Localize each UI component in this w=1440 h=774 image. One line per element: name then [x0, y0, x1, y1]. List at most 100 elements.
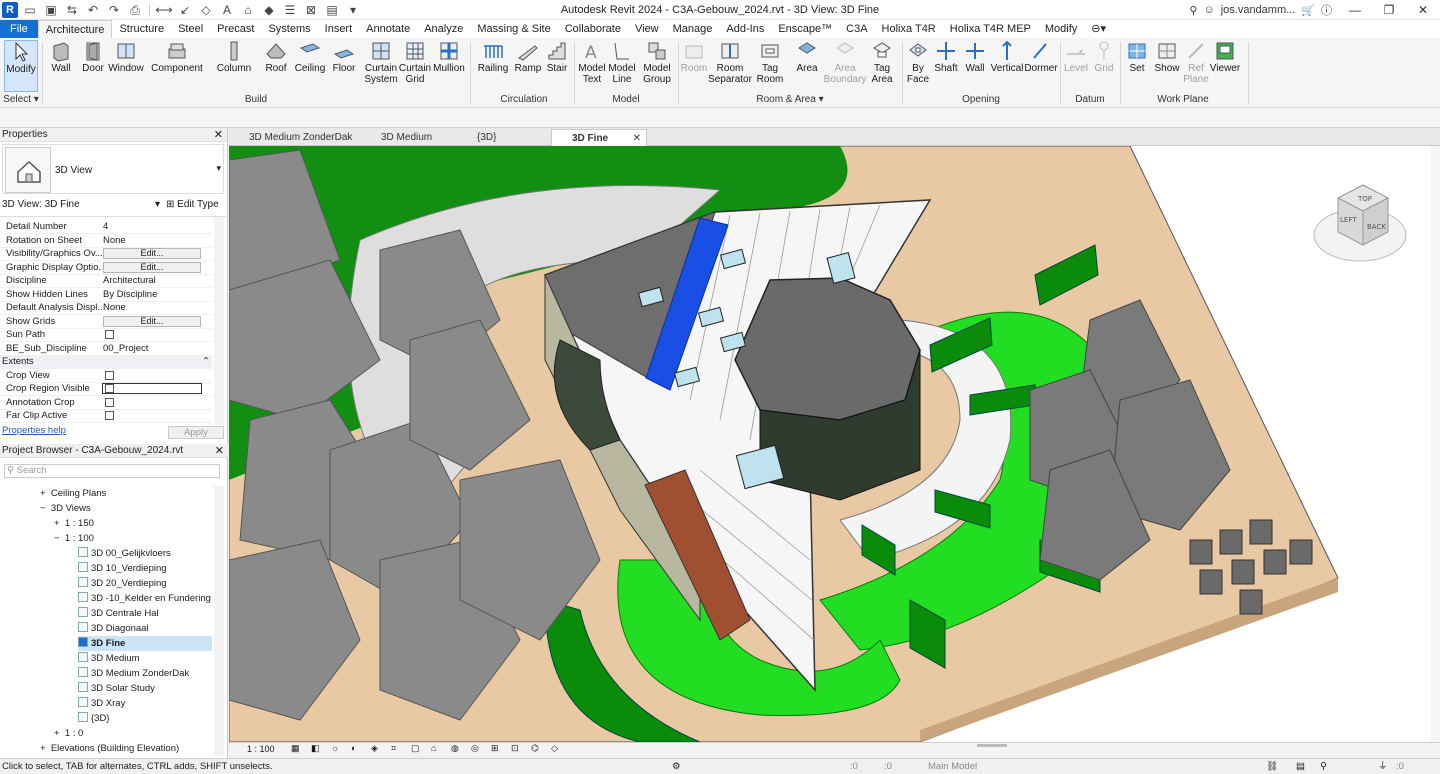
select-links-icon[interactable]: ⛓: [1266, 759, 1278, 774]
view-tab[interactable]: 3D Medium ZonderDak: [229, 129, 357, 146]
modify-button[interactable]: Modify: [4, 40, 38, 92]
tab-holixa-mep[interactable]: Holixa T4R MEP: [943, 20, 1038, 38]
room-area-group-label[interactable]: Room & Area ▾: [680, 94, 900, 105]
tag-room-button[interactable]: Tag Room: [756, 40, 784, 92]
revit-logo[interactable]: R: [2, 2, 18, 18]
viewer-button[interactable]: Viewer: [1208, 40, 1242, 92]
door-button[interactable]: Door: [80, 40, 106, 92]
user-icon[interactable]: ☺: [1203, 4, 1214, 16]
tab-analyze[interactable]: Analyze: [417, 20, 470, 38]
viewport-scrollbar[interactable]: [1431, 146, 1440, 742]
edit-button[interactable]: Edit...: [103, 248, 201, 259]
tree-node-scale-0[interactable]: + 1 : 0: [54, 726, 83, 741]
tree-view-item[interactable]: 3D Medium ZonderDak: [78, 666, 189, 681]
instance-filter[interactable]: 3D View: 3D Fine ▾: [2, 198, 162, 212]
ref-plane-button[interactable]: Ref Plane: [1182, 40, 1210, 92]
active-model[interactable]: Main Model: [928, 759, 977, 774]
model-text-button[interactable]: A Model Text: [578, 40, 606, 92]
view-tab[interactable]: 3D Medium: [361, 129, 453, 146]
sun-path-icon[interactable]: ☼: [331, 743, 339, 753]
ceiling-button[interactable]: Ceiling: [294, 40, 326, 92]
mullion-button[interactable]: Mullion: [432, 40, 466, 92]
search-icon[interactable]: ⚲: [1189, 4, 1197, 17]
tab-architecture[interactable]: Architecture: [37, 20, 113, 38]
thin-lines-icon[interactable]: ☰: [281, 1, 299, 19]
close-icon[interactable]: ✕: [633, 130, 641, 147]
minimize-icon[interactable]: —: [1338, 0, 1372, 20]
wall-opening-button[interactable]: Wall: [962, 40, 988, 92]
render-icon[interactable]: ◈: [371, 743, 378, 754]
tree-view-item[interactable]: 3D -10_Kelder en Fundering: [78, 591, 211, 606]
show-workplane-button[interactable]: Show: [1152, 40, 1182, 92]
set-workplane-button[interactable]: Set: [1124, 40, 1150, 92]
close-icon[interactable]: ✕: [1406, 0, 1440, 20]
extents-group-header[interactable]: Extents ⌃: [0, 355, 212, 369]
sync-icon[interactable]: ⇆: [63, 1, 81, 19]
close-icon[interactable]: ✕: [214, 128, 223, 142]
area-button[interactable]: Area: [794, 40, 820, 92]
tab-insert[interactable]: Insert: [318, 20, 360, 38]
ramp-button[interactable]: Ramp: [514, 40, 542, 92]
edit-button[interactable]: Edit...: [103, 316, 201, 327]
component-button[interactable]: Component: [150, 40, 204, 92]
tree-view-item[interactable]: 3D 10_Verdieping: [78, 561, 167, 576]
column-button[interactable]: Column: [216, 40, 252, 92]
tab-addins[interactable]: Add-Ins: [719, 20, 771, 38]
properties-scrollbar[interactable]: [214, 217, 224, 425]
tab-c3a[interactable]: C3A: [839, 20, 874, 38]
far-clip-checkbox[interactable]: [105, 411, 114, 420]
tree-node-scale-150[interactable]: + 1 : 150: [54, 516, 94, 531]
edit-button[interactable]: Edit...: [103, 262, 201, 273]
tree-view-item[interactable]: 3D Centrale Hal: [78, 606, 159, 621]
qat-dropdown-icon[interactable]: ▾: [344, 1, 362, 19]
by-face-button[interactable]: By Face: [906, 40, 930, 92]
tab-steel[interactable]: Steel: [171, 20, 210, 38]
tree-view-item[interactable]: 3D Diagonaal: [78, 621, 149, 636]
room-button[interactable]: Room: [681, 40, 707, 92]
tree-node-elevations[interactable]: + Elevations (Building Elevation): [40, 741, 179, 756]
help-icon[interactable]: ⓘ: [1321, 2, 1332, 18]
tab-file[interactable]: File: [0, 20, 38, 38]
tab-view[interactable]: View: [628, 20, 666, 38]
hide-analytical-icon[interactable]: ◇: [551, 743, 558, 754]
select-group-label[interactable]: Select ▾: [2, 94, 40, 105]
open-icon[interactable]: ▭: [21, 1, 39, 19]
tab-modify[interactable]: Modify: [1038, 20, 1084, 38]
properties-help-link[interactable]: Properties help: [2, 425, 66, 436]
apply-button[interactable]: Apply: [168, 426, 224, 439]
tree-view-item[interactable]: 3D Medium: [78, 651, 140, 666]
tab-enscape[interactable]: Enscape™: [771, 20, 839, 38]
curtain-system-button[interactable]: Curtain System: [362, 40, 400, 92]
chevron-down-icon[interactable]: ▾: [216, 163, 221, 174]
tree-view-item-selected[interactable]: 3D Fine: [78, 636, 212, 651]
save-icon[interactable]: ▣: [42, 1, 60, 19]
measure-icon[interactable]: ⟷: [155, 1, 173, 19]
user-name[interactable]: jos.vandamm...: [1221, 4, 1296, 16]
reveal-hidden-icon[interactable]: ◎: [471, 743, 479, 754]
close-views-icon[interactable]: ⊠: [302, 1, 320, 19]
tree-view-item[interactable]: 3D Xray: [78, 696, 125, 711]
tab-precast[interactable]: Precast: [210, 20, 261, 38]
home-icon[interactable]: ⌂: [239, 1, 257, 19]
tree-view-item[interactable]: 3D 00_Gelijkvloers: [78, 546, 171, 561]
analysis-icon[interactable]: ⊡: [511, 743, 519, 754]
viewcube[interactable]: TOP BACK LEFT: [1313, 184, 1407, 262]
tree-node-3d-views[interactable]: − 3D Views: [40, 501, 91, 516]
grid-button[interactable]: Grid: [1092, 40, 1116, 92]
type-selector[interactable]: 3D View ▾: [2, 144, 224, 194]
dormer-button[interactable]: Dormer: [1024, 40, 1058, 92]
select-underlay-icon[interactable]: ▤: [1296, 759, 1305, 774]
tab-manage[interactable]: Manage: [666, 20, 720, 38]
temp-hide-icon[interactable]: ◍: [451, 743, 459, 754]
show-crop-icon[interactable]: ▢: [411, 743, 420, 754]
view-scale[interactable]: 1 : 100: [247, 744, 275, 754]
tab-structure[interactable]: Structure: [112, 20, 171, 38]
crop-icon[interactable]: ⌗: [391, 743, 396, 754]
redo-icon[interactable]: ↷: [105, 1, 123, 19]
curtain-grid-button[interactable]: Curtain Grid: [399, 40, 431, 92]
stair-button[interactable]: Stair: [544, 40, 570, 92]
shaft-button[interactable]: Shaft: [932, 40, 960, 92]
constraints-icon[interactable]: ⌬: [531, 743, 539, 754]
tree-node-ceiling-plans[interactable]: + Ceiling Plans: [40, 486, 106, 501]
switch-windows-icon[interactable]: ▤: [323, 1, 341, 19]
